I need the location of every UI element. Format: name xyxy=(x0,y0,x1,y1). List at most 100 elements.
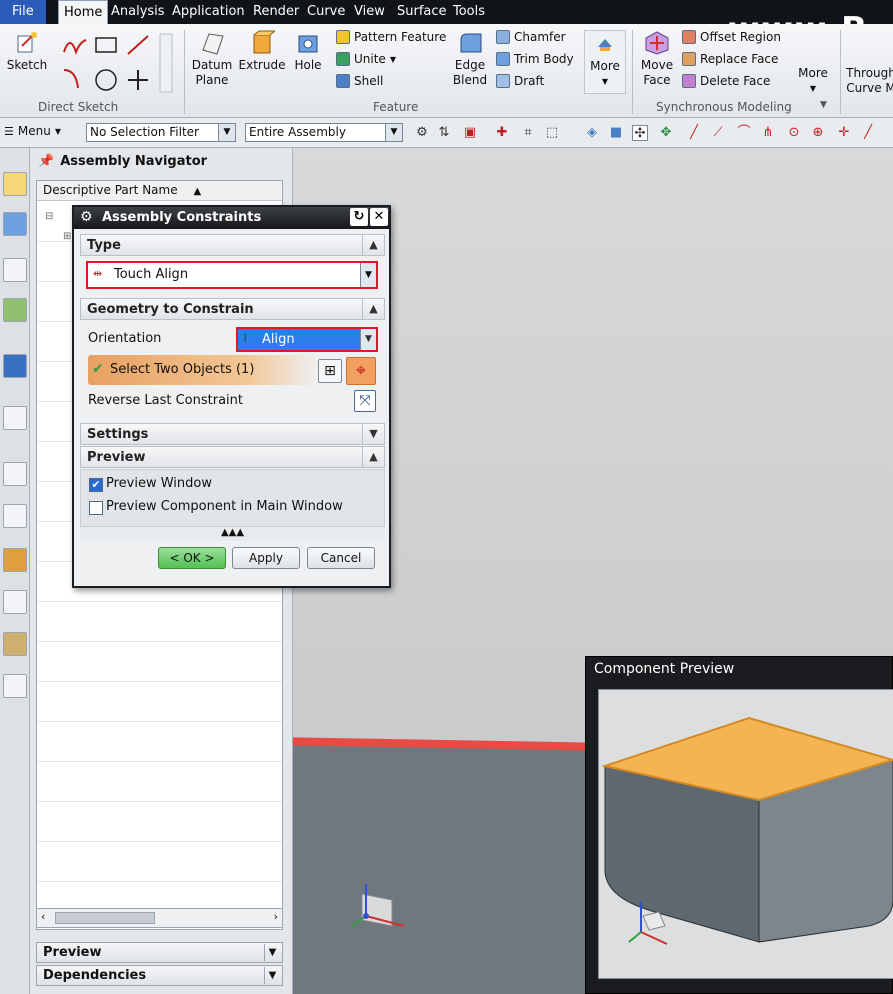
draft-button[interactable]: Draft xyxy=(496,74,544,88)
close-icon[interactable]: ✕ xyxy=(370,208,388,226)
tab-render[interactable]: Render xyxy=(253,4,299,19)
roles-icon[interactable] xyxy=(3,632,27,656)
select-objects-row[interactable]: ✔ Select Two Objects (1) xyxy=(88,355,318,385)
chevron-up-icon[interactable]: ▲ xyxy=(362,235,384,255)
sync-more-button[interactable]: More ▼ xyxy=(794,66,832,96)
edge-blend-button[interactable]: Edge Blend xyxy=(450,30,490,88)
dialog-title-bar[interactable]: ⚙ Assembly Constraints ↻ ✕ xyxy=(74,207,389,229)
shell-button[interactable]: Shell xyxy=(336,74,383,88)
fillet-tool-icon[interactable] xyxy=(63,69,79,89)
ok-button[interactable]: < OK > xyxy=(158,547,226,569)
add-selection-icon[interactable]: ⊞ xyxy=(318,359,342,383)
tab-curve[interactable]: Curve xyxy=(307,4,345,19)
point-tool-icon[interactable] xyxy=(128,70,148,90)
scroll-right-icon[interactable]: › xyxy=(274,910,278,923)
constraint-navigator-icon[interactable] xyxy=(3,212,27,236)
preview-section-header[interactable]: Preview ▲ xyxy=(80,446,385,468)
hole-button[interactable]: Hole xyxy=(290,30,326,73)
preview-window-checkbox[interactable]: ✔ xyxy=(89,478,103,492)
through-curve-mesh-button[interactable]: Through Curve M xyxy=(846,66,893,96)
orientation-dropdown[interactable]: ⦚ Align ▼ xyxy=(236,327,378,352)
existing-point-icon[interactable]: ✛ xyxy=(836,125,852,141)
tab-tools[interactable]: Tools xyxy=(453,4,485,19)
arc-center-icon[interactable]: ⊙ xyxy=(786,125,802,141)
mid-point-icon[interactable]: ⟋ xyxy=(710,125,726,141)
horizontal-scrollbar[interactable]: ‹ › xyxy=(36,908,283,928)
preview-section[interactable]: Preview ▼ xyxy=(36,942,283,963)
menu-button[interactable]: ☰ Menu ▼ xyxy=(4,124,61,138)
crosshair-icon[interactable]: ✚ xyxy=(494,125,510,141)
end-point-icon[interactable]: ╱ xyxy=(686,125,702,141)
control-point-icon[interactable]: ⌒ xyxy=(736,125,752,141)
filter-icon[interactable]: ⚙ xyxy=(414,125,430,141)
system-scenes-icon[interactable] xyxy=(3,674,27,698)
palette-icon[interactable] xyxy=(3,548,27,572)
replace-face-button[interactable]: Replace Face xyxy=(682,52,778,66)
tab-analysis[interactable]: Analysis xyxy=(111,4,165,19)
scrollbar-thumb[interactable] xyxy=(55,912,155,924)
preview-component-checkbox[interactable] xyxy=(89,501,103,515)
rectangle-tool-icon[interactable] xyxy=(95,37,117,53)
box-select-icon[interactable]: ⬚ xyxy=(544,125,560,141)
chevron-up-icon[interactable]: ▲ xyxy=(362,299,384,319)
unite-button[interactable]: Unite ▼ xyxy=(336,52,396,66)
delete-face-button[interactable]: Delete Face xyxy=(682,74,770,88)
trim-body-button[interactable]: Trim Body xyxy=(496,52,574,66)
chevron-down-icon[interactable]: ▼ xyxy=(362,424,384,444)
move-face-button[interactable]: Move Face xyxy=(636,30,678,88)
selection-filter-dropdown[interactable]: No Selection Filter ▼ xyxy=(86,123,236,142)
process-studio-icon[interactable] xyxy=(3,504,27,528)
gear-icon[interactable]: ⚙ xyxy=(80,209,93,225)
line-tool-icon[interactable] xyxy=(127,35,149,55)
component-preview-viewport[interactable] xyxy=(598,689,893,979)
tab-home[interactable]: Home xyxy=(58,0,109,24)
tab-surface[interactable]: Surface xyxy=(397,4,447,19)
web-browser-icon[interactable] xyxy=(3,406,27,430)
extrude-button[interactable]: Extrude xyxy=(238,30,286,73)
datum-plane-button[interactable]: Datum Plane xyxy=(190,30,234,88)
select-all-icon[interactable]: ⇅ xyxy=(436,125,452,141)
lasso-icon[interactable]: ⌗ xyxy=(520,125,536,141)
measure-icon[interactable] xyxy=(3,590,27,614)
snap-settings-icon[interactable]: ✥ xyxy=(658,125,674,141)
settings-section-header[interactable]: Settings ▼ xyxy=(80,423,385,445)
geometry-section-header[interactable]: Geometry to Constrain ▲ xyxy=(80,298,385,320)
part-navigator-icon[interactable] xyxy=(3,258,27,282)
tab-application[interactable]: Application xyxy=(172,4,245,19)
offset-region-button[interactable]: Offset Region xyxy=(682,30,781,44)
apply-button[interactable]: Apply xyxy=(232,547,300,569)
reverse-icon[interactable]: ⤧ xyxy=(354,390,376,412)
body-select-icon[interactable]: ■ xyxy=(608,125,624,141)
pattern-feature-button[interactable]: Pattern Feature xyxy=(336,30,446,44)
snap-point-icon[interactable]: ✣ xyxy=(632,125,648,141)
intersection-icon[interactable]: ⋔ xyxy=(760,125,776,141)
column-header[interactable]: Descriptive Part Name ▲ xyxy=(37,181,282,201)
chevron-down-icon[interactable]: ▼ xyxy=(264,967,280,984)
rectangle-select-icon[interactable]: ▣ xyxy=(462,125,478,141)
pin-icon[interactable]: 📌 xyxy=(38,154,54,169)
select-crosshair-icon[interactable]: ⌖ xyxy=(346,357,376,385)
type-dropdown[interactable]: ⇹ Touch Align ▼ xyxy=(86,261,378,289)
reuse-library-icon[interactable] xyxy=(3,298,27,322)
info-icon[interactable] xyxy=(3,354,27,378)
tree-expand-icon[interactable]: ⊟ xyxy=(45,211,53,222)
scroll-left-icon[interactable]: ‹ xyxy=(41,910,45,923)
reset-icon[interactable]: ↻ xyxy=(350,208,368,226)
quadrant-point-icon[interactable]: ⊕ xyxy=(810,125,826,141)
chevron-up-icon[interactable]: ▲ xyxy=(362,447,384,467)
feature-more-button[interactable]: More ▼ xyxy=(584,30,626,94)
face-select-icon[interactable]: ◈ xyxy=(584,125,600,141)
dependencies-section[interactable]: Dependencies ▼ xyxy=(36,965,283,986)
chevron-down-icon[interactable]: ▼ xyxy=(360,329,376,350)
circle-tool-icon[interactable] xyxy=(95,69,117,91)
file-menu[interactable]: File xyxy=(0,0,46,24)
chamfer-button[interactable]: Chamfer xyxy=(496,30,566,44)
tab-view[interactable]: View xyxy=(354,4,385,19)
history-icon[interactable] xyxy=(3,462,27,486)
chevron-down-icon[interactable]: ▼ xyxy=(264,944,280,961)
arc-tool-icon[interactable] xyxy=(63,39,87,55)
type-section-header[interactable]: Type ▲ xyxy=(80,234,385,256)
assembly-navigator-icon[interactable] xyxy=(3,172,27,196)
assembly-scope-dropdown[interactable]: Entire Assembly ▼ xyxy=(245,123,403,142)
sketch-button[interactable]: Sketch xyxy=(4,30,50,73)
